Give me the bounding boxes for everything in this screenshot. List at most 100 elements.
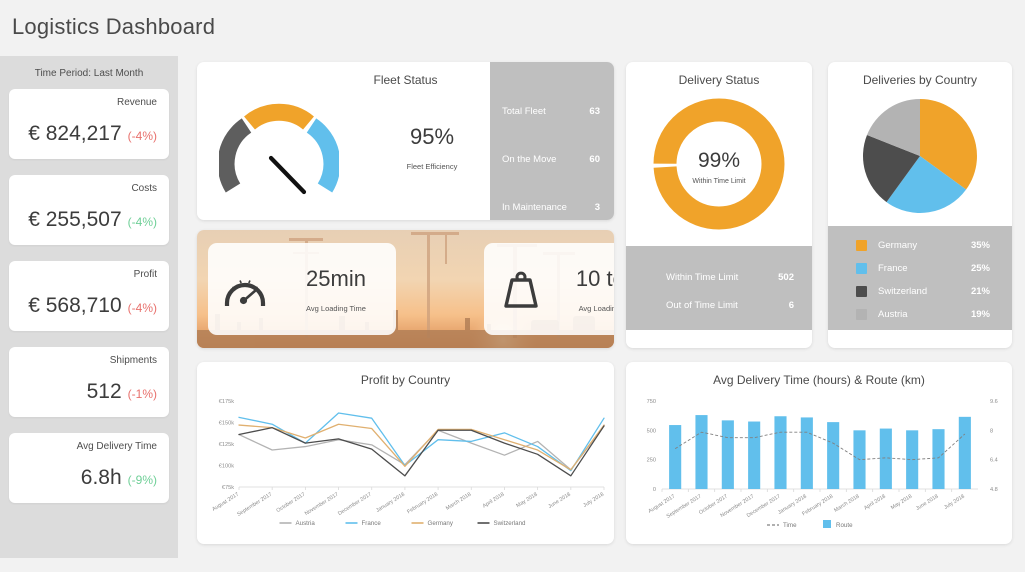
kpi-value-row: € 824,217 (-4%) [28,122,157,146]
delivery-stat-value: 502 [778,271,794,283]
deliveries-pie-chart [860,96,980,216]
bar-legend-label-route[interactable]: Route [836,522,853,529]
bar-x-tick-label: May 2018 [890,494,913,512]
kpi-card[interactable]: Shipments 512 (-1%) [9,347,169,417]
pie-legend-row[interactable]: Switzerland 21% [828,280,1012,303]
fleet-stat-row: On the Move 60 [490,140,614,178]
fleet-efficiency-gauge [219,92,339,202]
bar-legend-label-time[interactable]: Time [783,522,797,529]
bar-route [748,421,761,489]
bar-route [932,429,945,489]
kpi-label: Avg Delivery Time [76,441,157,452]
pie-svg [863,98,977,213]
line-y-tick-label: €150k [219,421,234,427]
pie-legend-row[interactable]: Austria 19% [828,303,1012,326]
pie-legend-row[interactable]: Germany 35% [828,234,1012,257]
delivery-status-title: Delivery Status [678,73,760,87]
bar-route [695,415,708,489]
fleet-stat-row: Total Fleet 63 [490,92,614,130]
bar-y2-tick-label: 6.4 [990,458,998,464]
line-legend-label[interactable]: France [362,520,382,527]
deliveries-by-country-panel: Deliveries by Country Germany 35% France 25… [828,62,1012,348]
line-x-tick-label: June 2018 [547,492,572,510]
bar-y-tick-label: 500 [647,428,656,434]
fleet-stat-value: 3 [594,201,600,213]
kpi-delta: (-9%) [127,473,157,487]
avg-loading-time-value: 25min [306,265,366,291]
bar-y-tick-label: 750 [647,399,656,405]
pie-legend-row[interactable]: France 25% [828,257,1012,280]
gauge-needle [268,155,307,195]
donut-readout: 99% Within Time Limit [649,149,789,185]
kpi-card[interactable]: Avg Delivery Time 6.8h (-9%) [9,433,169,503]
line-legend-label[interactable]: Austria [296,520,316,527]
avg-delivery-time-route-panel: Avg Delivery Time (hours) & Route (km) 0… [626,362,1012,544]
pie-legend-value: 21% [970,286,990,297]
kpi-delta: (-1%) [127,387,157,401]
avg-delivery-time-route-chart: 02505007504.86.489.6August 2017September… [647,399,998,529]
fleet-stat-row: In Maintenance 3 [490,188,614,220]
fleet-status-panel: Fleet Status 95% Fleet Efficiency Total … [197,62,614,220]
bar-y2-tick-label: 8 [990,428,993,434]
kpi-sidebar: Time Period: Last Month Revenue € 824,217… [0,56,178,558]
bar-x-tick-label: June 2018 [915,494,940,512]
pie-legend-label: France [878,263,908,274]
profit-by-country-panel: Profit by Country €75k €100k €125k €150k €17… [197,362,614,544]
kpi-value: € 255,507 [28,208,122,231]
legend-swatch-icon [856,263,867,274]
kpi-value-row: 512 (-1%) [87,380,157,404]
bar-y2-tick-label: 9.6 [990,399,998,405]
line-x-tick-label: May 2018 [515,492,538,510]
page-title: Logistics Dashboard [12,14,216,39]
bar-y-tick-label: 0 [653,487,656,493]
bar-route [958,416,971,489]
dashboard-root: Logistics Dashboard Time Period: Last Mo… [0,0,1025,572]
line-y-tick-label: €75k [222,485,234,491]
delivery-stat-label: Out of Time Limit [666,299,738,311]
line-legend-label[interactable]: Switzerland [494,520,527,527]
delivery-stat-row: Within Time Limit 502 [626,263,812,291]
line-x-tick-label: August 2017 [211,492,240,513]
kpi-value-row: 6.8h (-9%) [81,466,157,490]
donut-caption: Within Time Limit [692,178,746,185]
line-x-tick-label: November 2017 [304,492,340,517]
delivery-stat-label: Within Time Limit [666,271,739,283]
delivery-stat-row: Out of Time Limit 6 [626,291,812,319]
line-series-germany [238,423,605,471]
bar-route [879,428,892,489]
bar-y-tick-label: 250 [647,458,656,464]
kpi-card[interactable]: Profit € 568,710 (-4%) [9,261,169,331]
fleet-stat-value: 63 [589,105,600,117]
fleet-stats-list: Total Fleet 63 On the Move 60 In Maintenance… [490,62,614,220]
fleet-stat-label: On the Move [502,153,557,165]
line-x-tick-label: February 2018 [406,492,439,516]
bar-x-tick-label: March 2018 [833,494,860,514]
line-x-tick-label: April 2018 [482,492,506,510]
kpi-value: € 824,217 [28,122,122,145]
kpi-card[interactable]: Costs € 255,507 (-4%) [9,175,169,245]
kpi-value: 6.8h [80,466,122,489]
pie-legend-label: Austria [878,309,908,320]
kpi-delta: (-4%) [127,129,157,143]
legend-swatch-icon [856,286,867,297]
kpi-card[interactable]: Revenue € 824,217 (-4%) [9,89,169,159]
avg-loading-weight-value: 10 tons [575,265,614,291]
line-legend-label[interactable]: Germany [428,520,454,527]
fleet-efficiency-caption: Fleet Efficiency [406,162,458,171]
speedometer-icon [208,265,282,313]
deliveries-by-country-title: Deliveries by Country [862,73,978,87]
dashboard-header: Logistics Dashboard [0,0,1025,56]
time-period-label: Time Period: Last Month [34,68,144,79]
bar-route [669,425,682,489]
legend-swatch-icon [856,309,867,320]
avg-loading-weight-card: 10 tons Avg Loading Weight [484,243,614,335]
legend-swatch-icon [823,520,831,528]
kpi-label: Costs [131,183,157,194]
pie-legend-value: 19% [970,309,990,320]
pie-legend-value: 25% [970,263,990,274]
bar-route [827,422,840,489]
line-x-tick-label: December 2017 [337,492,373,517]
weight-icon [484,266,558,312]
line-x-tick-label: March 2018 [445,492,472,512]
avg-loading-time-card: 25min Avg Loading Time [208,243,396,335]
